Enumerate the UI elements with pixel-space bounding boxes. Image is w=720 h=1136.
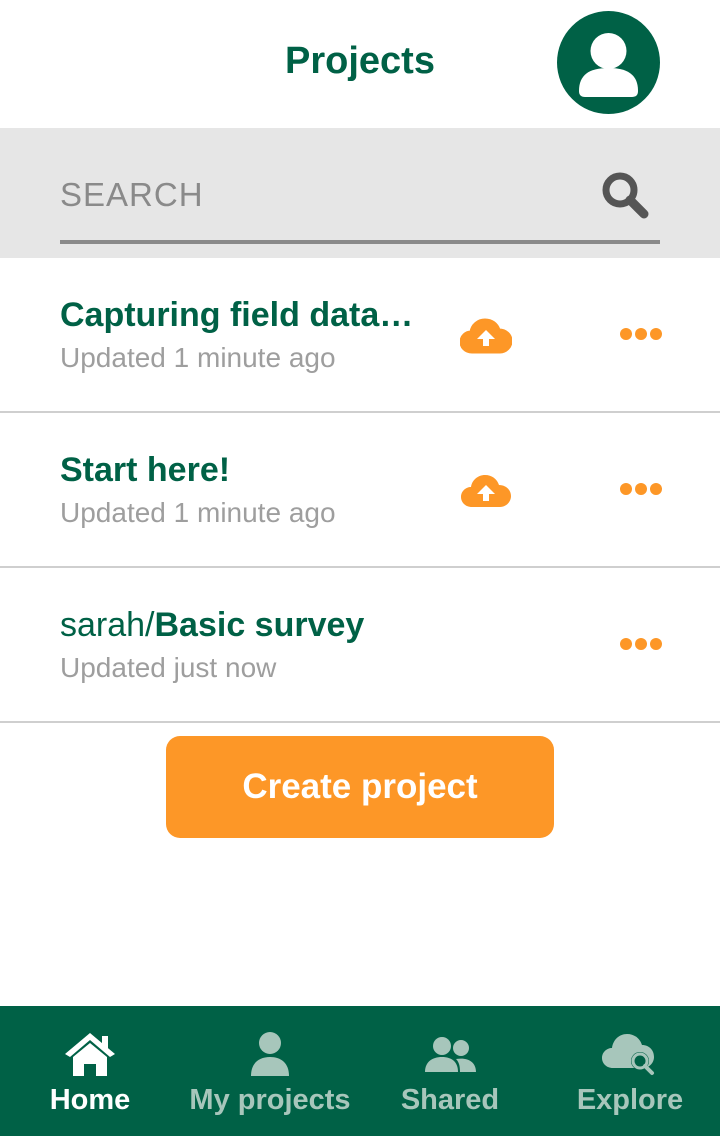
project-updated: Updated just now (60, 652, 277, 683)
home-icon (65, 1033, 115, 1076)
project-updated: Updated 1 minute ago (60, 342, 336, 373)
people-icon (425, 1037, 476, 1072)
project-namespace: sarah/ (60, 606, 155, 644)
project-title: Capturing field data… (60, 296, 414, 334)
search-underline (60, 240, 660, 244)
header: Projects (0, 0, 720, 128)
project-row[interactable]: sarah/Basic survey Updated just now (0, 568, 720, 723)
nav-label-my-projects: My projects (189, 1084, 351, 1116)
nav-item-shared[interactable]: Shared (360, 1006, 540, 1136)
project-name: sarah/Basic survey (60, 606, 420, 645)
project-name: Start here! (60, 451, 420, 490)
project-title: Start here! (60, 451, 231, 489)
nav-label-explore: Explore (576, 1084, 684, 1116)
nav-item-explore[interactable]: Explore (540, 1006, 720, 1136)
cloud-upload-icon[interactable] (460, 318, 512, 356)
more-options-icon[interactable] (618, 324, 664, 344)
create-project-button[interactable]: Create project (166, 736, 554, 838)
person-icon (251, 1032, 289, 1076)
project-row[interactable]: Start here! Updated 1 minute ago (0, 413, 720, 568)
project-row[interactable]: Capturing field data… Updated 1 minute a… (0, 258, 720, 413)
nav-label-home: Home (49, 1084, 131, 1116)
more-options-icon[interactable] (618, 479, 664, 499)
nav-item-home[interactable]: Home (0, 1006, 180, 1136)
bottom-nav: Home My projects Shared Explore (0, 1006, 720, 1136)
project-updated: Updated 1 minute ago (60, 497, 336, 528)
search-icon[interactable] (598, 168, 652, 222)
cloud-upload-icon[interactable] (460, 473, 512, 511)
user-icon (579, 33, 638, 97)
avatar[interactable] (557, 11, 660, 114)
more-options-icon[interactable] (618, 634, 664, 654)
project-name: Capturing field data… (60, 296, 420, 335)
app: Projects Capturing field data… Updated 1… (0, 0, 720, 1136)
search-input[interactable] (60, 160, 590, 230)
nav-label-shared: Shared (400, 1084, 500, 1116)
cloud-search-icon (602, 1034, 654, 1075)
nav-item-my-projects[interactable]: My projects (180, 1006, 360, 1136)
project-title: Basic survey (154, 606, 365, 644)
